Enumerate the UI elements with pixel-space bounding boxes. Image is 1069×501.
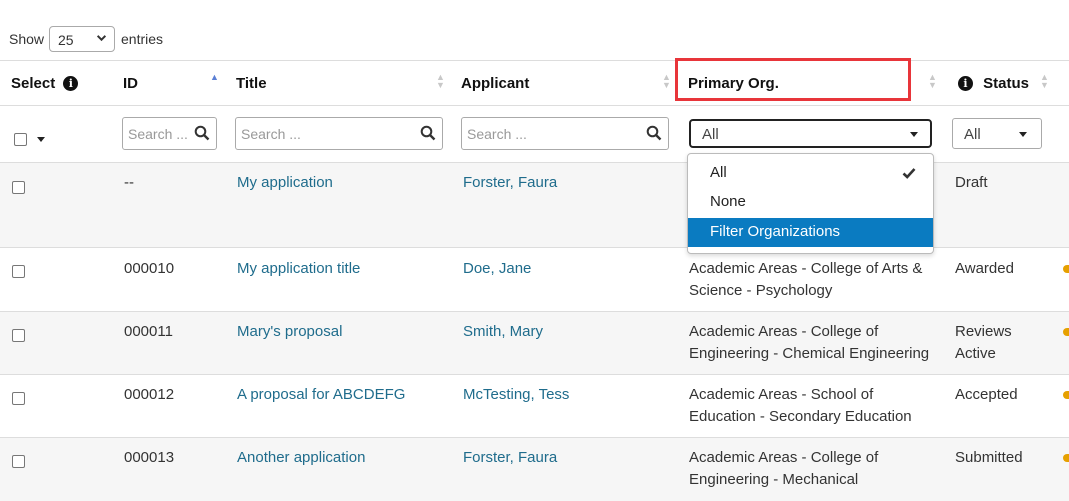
entries-label: entries (121, 31, 164, 47)
row-primary-org-line-1: Academic Areas - School of (689, 386, 874, 403)
row-id: 000011 (124, 323, 173, 340)
caret-down-icon (1019, 132, 1027, 137)
search-icon[interactable] (194, 125, 210, 141)
row-checkbox[interactable] (12, 265, 25, 278)
id-search-placeholder: Search ... (128, 126, 188, 142)
sort-icon[interactable]: ▲ ▼ (662, 73, 671, 90)
entries-per-page-select[interactable]: 25 (49, 26, 115, 52)
select-all-checkbox[interactable] (14, 133, 27, 146)
sort-icon[interactable]: ▲ ▼ (1040, 73, 1049, 90)
sort-ascending-icon[interactable]: ▲ (210, 73, 219, 82)
sort-icon[interactable]: ▲ ▼ (928, 73, 937, 90)
column-header-id[interactable]: ID (123, 75, 138, 92)
column-header-status-label: Status (983, 75, 1030, 92)
row-applicant-link[interactable]: Doe, Jane (463, 258, 531, 280)
row-status-line-1: Reviews (955, 323, 1012, 340)
caret-down-icon[interactable] (37, 137, 45, 142)
row-primary-org-line-1: Academic Areas - College of (689, 449, 879, 466)
title-search-input[interactable]: Search ... (235, 117, 443, 150)
status-filter-value: All (964, 126, 981, 143)
title-search-placeholder: Search ... (241, 126, 301, 142)
row-applicant-link[interactable]: Forster, Faura (463, 172, 557, 194)
row-checkbox[interactable] (12, 181, 25, 194)
column-header-status[interactable]: i Status (958, 75, 1029, 92)
dropdown-option-all[interactable]: All (688, 159, 933, 188)
row-title-link[interactable]: Mary's proposal (237, 321, 342, 343)
info-icon[interactable]: i (63, 76, 79, 91)
column-header-select: Select i (11, 75, 79, 92)
dropdown-option-filter-organizations[interactable]: Filter Organizations (688, 218, 933, 247)
row-status: Submitted (955, 449, 1023, 466)
dropdown-option-label: All (710, 164, 727, 181)
row-checkbox[interactable] (12, 455, 25, 468)
status-indicator (1063, 391, 1069, 399)
row-checkbox[interactable] (12, 392, 25, 405)
applicant-search-placeholder: Search ... (467, 126, 527, 142)
row-title-link[interactable]: A proposal for ABCDEFG (237, 384, 405, 406)
row-id: 000012 (124, 386, 175, 403)
sort-icon[interactable]: ▲ ▼ (436, 73, 445, 90)
row-id: -- (124, 174, 134, 191)
table-row[interactable]: 000010 My application title Doe, Jane Ac… (0, 248, 1069, 312)
search-icon[interactable] (420, 125, 436, 141)
table-row[interactable]: 000011 Mary's proposal Smith, Mary Acade… (0, 312, 1069, 375)
column-header-title[interactable]: Title (236, 75, 267, 92)
status-indicator (1063, 265, 1069, 273)
annotation-highlight-box (675, 58, 911, 101)
row-id: 000013 (124, 449, 175, 466)
status-indicator (1063, 454, 1069, 462)
row-status: Draft (955, 174, 988, 191)
primary-org-filter-select[interactable]: All (689, 119, 932, 148)
applicant-search-input[interactable]: Search ... (461, 117, 669, 150)
row-primary-org-line-2: Science - Psychology (689, 282, 833, 299)
row-title-link[interactable]: Another application (237, 447, 365, 469)
row-checkbox[interactable] (12, 329, 25, 342)
primary-org-filter-value: All (702, 126, 719, 143)
row-applicant-link[interactable]: Smith, Mary (463, 321, 543, 343)
dropdown-option-label: None (710, 193, 746, 210)
info-icon[interactable]: i (958, 76, 973, 91)
row-status: Awarded (955, 260, 1014, 277)
status-indicator (1063, 328, 1069, 336)
caret-down-icon (910, 132, 918, 137)
table-length-control: Show 25 entries (0, 0, 1069, 60)
chevron-down-icon (96, 32, 107, 46)
column-header-select-label: Select (11, 75, 56, 92)
search-icon[interactable] (646, 125, 662, 141)
id-search-input[interactable]: Search ... (122, 117, 217, 150)
row-applicant-link[interactable]: Forster, Faura (463, 447, 557, 469)
row-primary-org-line-1: Academic Areas - College of Arts & (689, 260, 923, 277)
status-filter-select[interactable]: All (952, 118, 1042, 149)
row-applicant-link[interactable]: McTesting, Tess (463, 384, 569, 406)
table-row[interactable]: 000013 Another application Forster, Faur… (0, 438, 1069, 501)
column-header-applicant[interactable]: Applicant (461, 75, 529, 92)
row-primary-org-line-2: Engineering - Chemical Engineering (689, 345, 930, 362)
row-title-link[interactable]: My application (237, 172, 333, 194)
dropdown-option-label: Filter Organizations (710, 223, 841, 240)
table-row[interactable]: 000012 A proposal for ABCDEFG McTesting,… (0, 375, 1069, 438)
row-primary-org-line-2: Education - Secondary Education (689, 408, 912, 425)
checkmark-icon (902, 168, 916, 179)
row-title-link[interactable]: My application title (237, 258, 360, 280)
row-status: Accepted (955, 386, 1018, 403)
entries-per-page-value: 25 (58, 32, 74, 48)
dropdown-option-none[interactable]: None (688, 188, 933, 217)
row-primary-org-line-2: Engineering - Mechanical (689, 471, 859, 488)
row-id: 000010 (124, 260, 175, 277)
show-label: Show (9, 31, 45, 47)
primary-org-dropdown-menu: All None Filter Organizations (687, 153, 934, 254)
row-status-line-2: Active (955, 345, 996, 362)
row-primary-org-line-1: Academic Areas - College of (689, 323, 879, 340)
